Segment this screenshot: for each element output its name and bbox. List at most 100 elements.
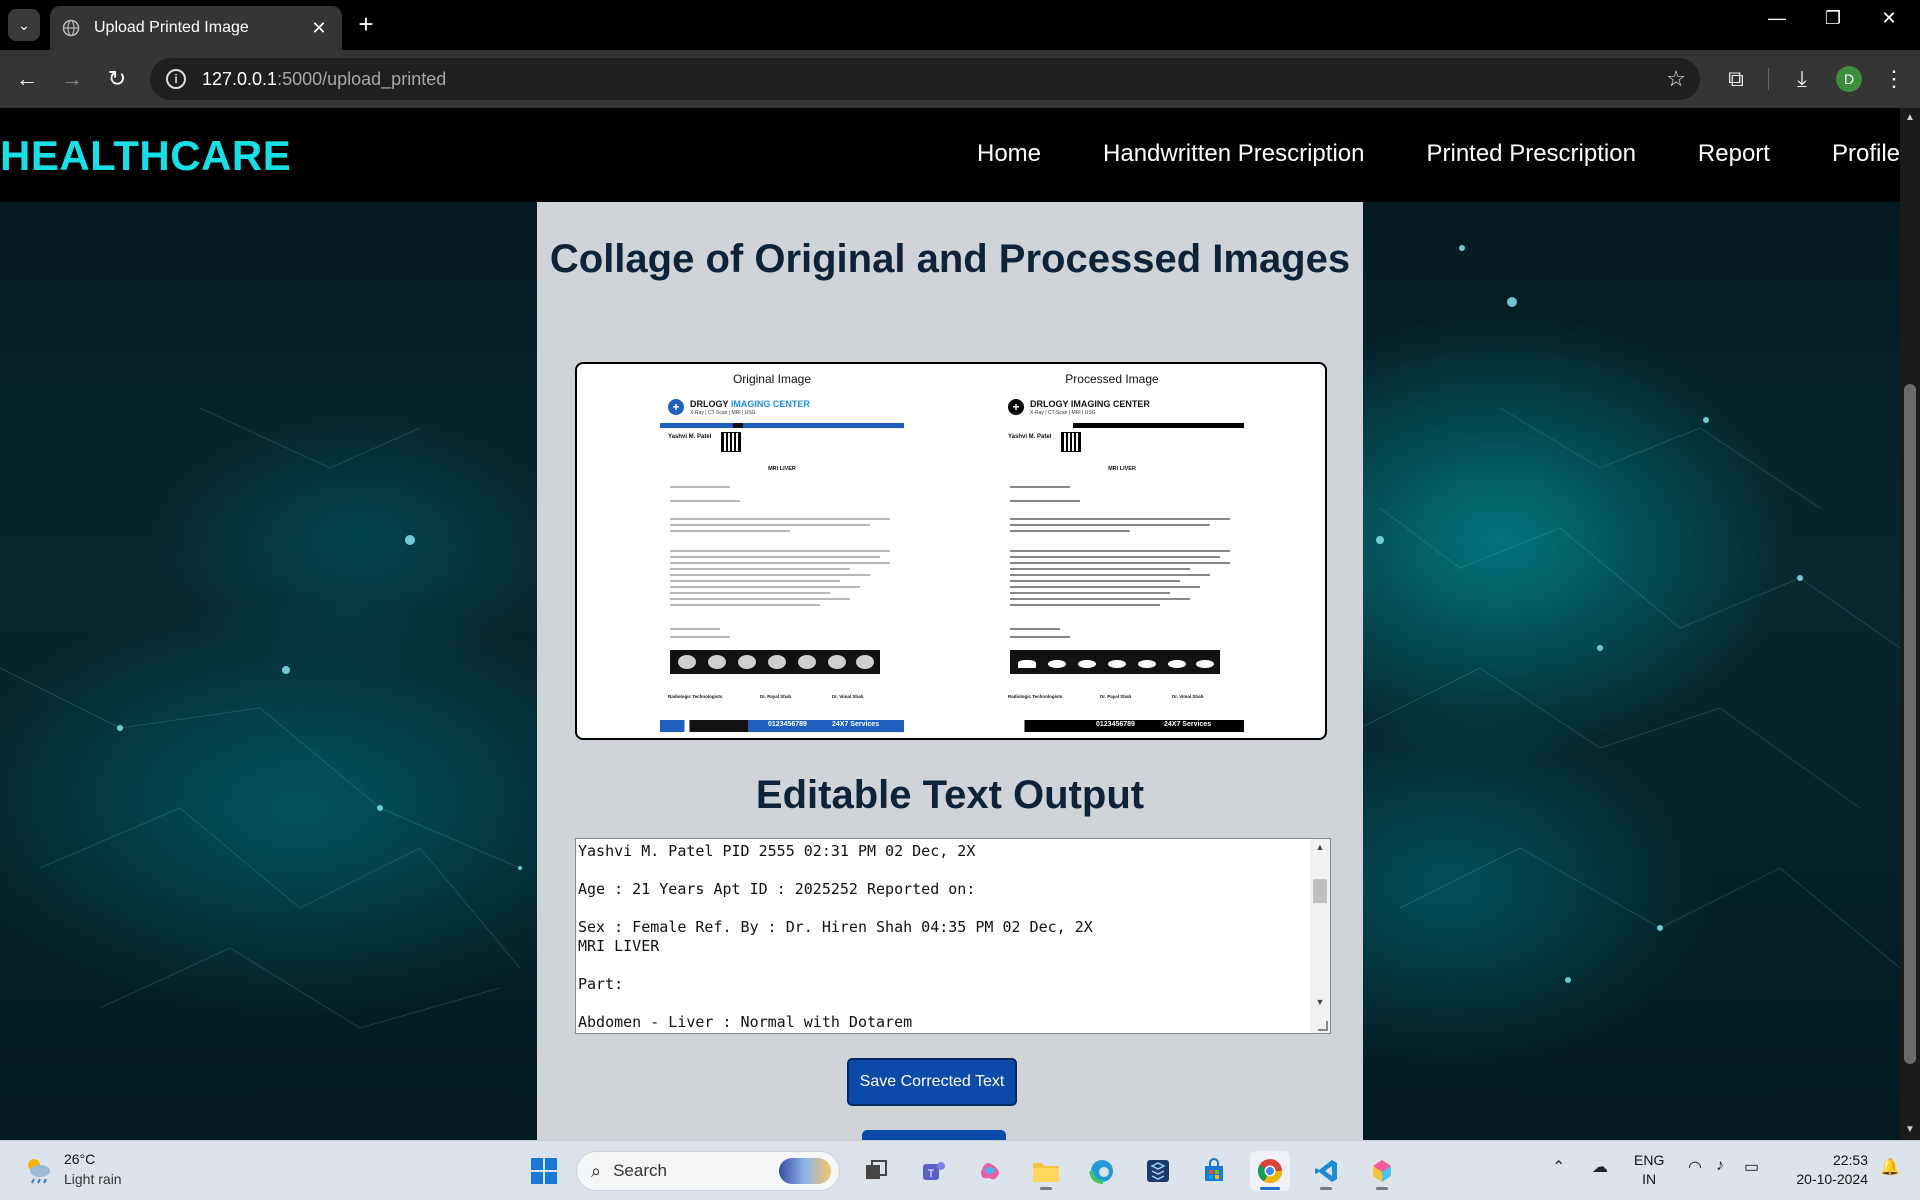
tab-close-icon[interactable]: ✕: [308, 18, 330, 39]
report-org-services: X-Ray | CT-Scan | MRI | USG: [1030, 410, 1096, 416]
report-header-bar: [1000, 423, 1244, 428]
taskbar-search-input[interactable]: ⌕ Search: [576, 1151, 840, 1191]
app-studio-icon[interactable]: [1138, 1151, 1178, 1191]
browser-tab[interactable]: Upload Printed Image ✕: [50, 6, 342, 50]
svg-text:T: T: [928, 1168, 935, 1180]
signatory-2: Dr. Payal Shah: [760, 694, 792, 699]
text-line: [1010, 524, 1210, 526]
report-service-hours: 24X7 Services: [1164, 721, 1212, 728]
chrome-icon[interactable]: [1250, 1151, 1290, 1191]
tab-title: Upload Printed Image: [94, 19, 249, 36]
content-panel: Collage of Original and Processed Images…: [537, 202, 1363, 1140]
text-line: [670, 562, 890, 564]
text-line: [1010, 556, 1220, 558]
processed-image-caption: Processed Image: [1065, 372, 1159, 386]
colorful-app-icon[interactable]: [1362, 1151, 1402, 1191]
report-org-prefix: DRLOGY: [690, 399, 729, 409]
search-highlight-art: [779, 1158, 831, 1184]
text-line: [670, 604, 820, 606]
nav-profile[interactable]: Profile: [1832, 140, 1900, 168]
input-language[interactable]: ENG IN: [1634, 1151, 1664, 1189]
scroll-up-icon[interactable]: ▲: [1310, 842, 1330, 852]
os-taskbar: 26°C Light rain ⌕ Search T ⌃ ☁ ENG IN ◠ ♪…: [0, 1140, 1920, 1200]
tab-search-button[interactable]: ⌄: [8, 9, 40, 41]
site-info-icon[interactable]: i: [166, 69, 186, 89]
copilot-icon[interactable]: [970, 1151, 1010, 1191]
qr-code-icon: [1061, 432, 1081, 452]
vscode-icon[interactable]: [1306, 1151, 1346, 1191]
mri-scan-strip: [1010, 650, 1220, 674]
edge-icon[interactable]: [1082, 1151, 1122, 1191]
reload-icon[interactable]: ↻: [102, 64, 132, 94]
site-brand-logo[interactable]: HEALTHCARE: [0, 132, 291, 180]
nav-home[interactable]: Home: [977, 140, 1041, 168]
collage-heading: Collage of Original and Processed Images: [549, 237, 1351, 281]
text-line: [670, 500, 740, 502]
save-corrected-text-button[interactable]: Save Corrected Text: [847, 1058, 1017, 1106]
tray-chevron-up-icon[interactable]: ⌃: [1552, 1157, 1565, 1177]
text-line: [1010, 636, 1070, 638]
page-scrollbar[interactable]: ▲ ▼: [1900, 108, 1920, 1140]
chevron-down-icon: ⌄: [18, 16, 30, 33]
page-scroll-down-icon[interactable]: ▼: [1900, 1124, 1920, 1135]
page-scroll-thumb[interactable]: [1904, 384, 1916, 1064]
report-patient-name: Yashvi M. Patel: [1008, 434, 1052, 440]
lang-line-1: ENG: [1634, 1152, 1665, 1168]
text-line: [670, 550, 890, 552]
text-line: [670, 524, 870, 526]
volume-icon[interactable]: ♪: [1716, 1157, 1724, 1175]
windows-start-icon[interactable]: [524, 1151, 564, 1191]
restore-icon[interactable]: ❐: [1810, 8, 1856, 29]
signatory-1: Radiologic Technologists: [1008, 694, 1063, 699]
report-footer-bar: 0123456789 24X7 Services: [1000, 720, 1244, 732]
editable-text-output[interactable]: Yashvi M. Patel PID 2555 02:31 PM 02 Dec…: [578, 842, 1304, 1028]
textarea-scroll-thumb[interactable]: [1313, 879, 1327, 903]
minimize-icon[interactable]: —: [1754, 8, 1800, 29]
file-explorer-icon[interactable]: [1026, 1151, 1066, 1191]
bookmark-star-icon[interactable]: ☆: [1666, 66, 1686, 92]
text-line: [1010, 598, 1190, 600]
menu-dots-icon[interactable]: ⋮: [1880, 66, 1908, 92]
forward-arrow-icon[interactable]: →: [57, 64, 87, 94]
output-heading: Editable Text Output: [755, 773, 1145, 817]
weather-rain-icon[interactable]: [22, 1153, 54, 1185]
report-footer-bar: 0123456789 24X7 Services: [660, 720, 904, 732]
battery-icon[interactable]: ▭: [1744, 1157, 1759, 1177]
download-icon[interactable]: ⤓: [1788, 66, 1816, 92]
browser-tab-bar: ⌄ Upload Printed Image ✕ + — ❐ ✕: [0, 0, 1920, 50]
address-bar[interactable]: i 127.0.0.1:5000/upload_printed ☆: [150, 58, 1700, 100]
text-line: [670, 556, 880, 558]
teams-icon[interactable]: T: [914, 1151, 954, 1191]
new-tab-plus-icon[interactable]: +: [352, 10, 380, 38]
task-view-icon[interactable]: [856, 1151, 896, 1191]
browser-toolbar: ← → ↻ i 127.0.0.1:5000/upload_printed ☆ …: [0, 50, 1920, 108]
extensions-icon[interactable]: ⧉: [1722, 66, 1750, 92]
secondary-button-partial[interactable]: [862, 1130, 1006, 1140]
nav-handwritten-prescription[interactable]: Handwritten Prescription: [1103, 140, 1364, 168]
resize-grip-icon[interactable]: [1318, 1021, 1328, 1031]
scroll-down-icon[interactable]: ▼: [1310, 997, 1330, 1007]
qr-code-icon: [721, 432, 741, 452]
back-arrow-icon[interactable]: ←: [12, 64, 42, 94]
report-exam-title: MRI LIVER: [768, 466, 796, 472]
nav-printed-prescription[interactable]: Printed Prescription: [1426, 140, 1635, 168]
microsoft-store-icon[interactable]: [1194, 1151, 1234, 1191]
close-window-icon[interactable]: ✕: [1866, 8, 1912, 29]
textarea-scrollbar[interactable]: ▲ ▼: [1310, 839, 1330, 1033]
notification-bell-icon[interactable]: 🔔: [1880, 1157, 1900, 1177]
text-line: [1010, 530, 1130, 532]
report-patient-name: Yashvi M. Patel: [668, 434, 712, 440]
text-line: [1010, 586, 1200, 588]
profile-avatar[interactable]: D: [1836, 66, 1862, 92]
medical-cross-logo: +: [668, 399, 684, 415]
clock-time: 22:53: [1832, 1152, 1868, 1168]
cloud-sync-error-icon[interactable]: ☁: [1592, 1157, 1608, 1177]
report-phone: 0123456789: [1096, 721, 1135, 728]
weather-temperature: 26°C: [64, 1151, 96, 1167]
nav-report[interactable]: Report: [1698, 140, 1770, 168]
text-line: [670, 574, 870, 576]
text-line: [670, 586, 860, 588]
page-scroll-up-icon[interactable]: ▲: [1900, 112, 1920, 123]
system-clock[interactable]: 22:53 20-10-2024: [1786, 1151, 1868, 1189]
wifi-icon[interactable]: ◠: [1688, 1157, 1702, 1177]
